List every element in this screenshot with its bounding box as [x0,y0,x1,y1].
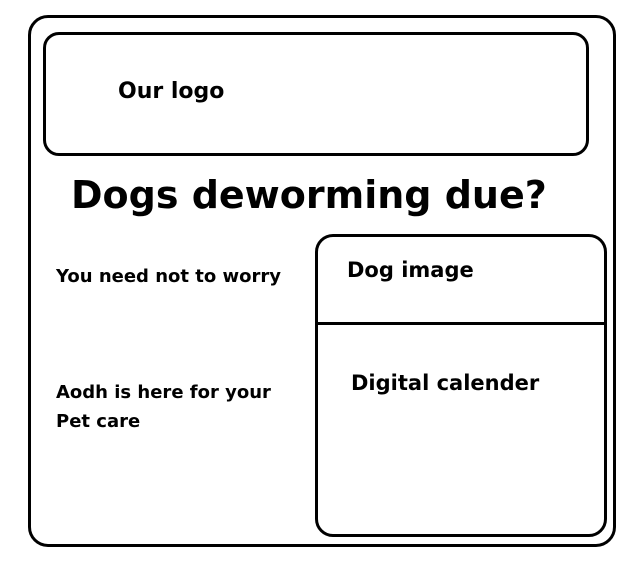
media-divider [318,322,604,325]
tagline-reassurance: You need not to worry [56,266,281,287]
digital-calendar-placeholder[interactable]: Digital calender [351,370,539,396]
dog-image-placeholder: Dog image [347,258,474,282]
media-panel: Dog image Digital calender [315,234,607,537]
tagline-pet-care: Aodh is here for your Pet care [56,382,271,432]
logo-area[interactable]: Our logo [43,32,589,156]
logo-placeholder: Our logo [118,79,225,104]
page-headline: Dogs deworming due? [71,173,547,217]
